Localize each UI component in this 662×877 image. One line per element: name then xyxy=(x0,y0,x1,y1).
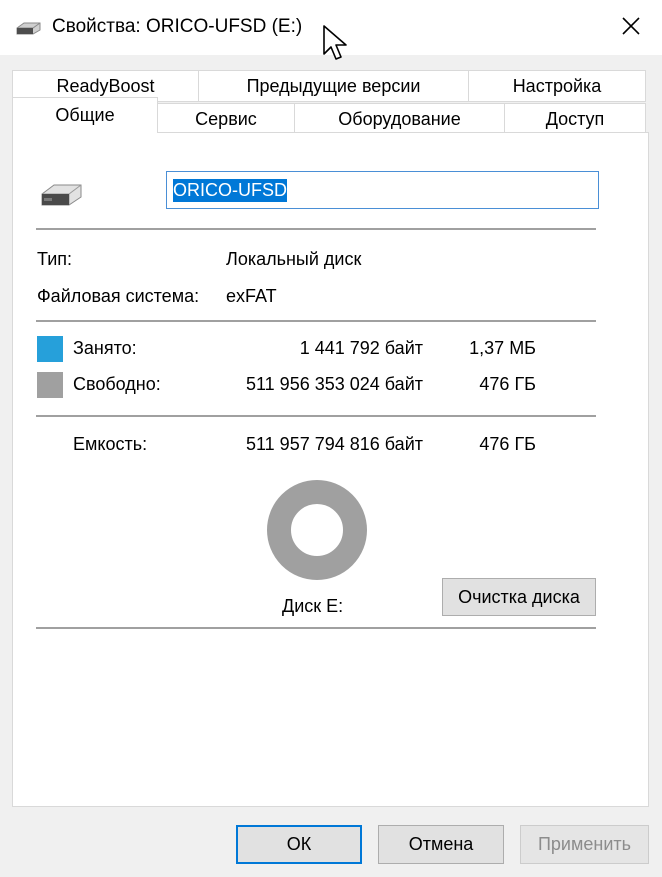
used-space-swatch xyxy=(37,336,63,362)
capacity-bytes: 511 957 794 816 байт xyxy=(245,434,423,454)
type-value: Локальный диск xyxy=(226,249,362,269)
separator xyxy=(36,415,596,417)
capacity-label: Емкость: xyxy=(73,434,148,454)
filesystem-value: exFAT xyxy=(226,286,277,306)
tab-customize[interactable]: Настройка xyxy=(468,70,646,102)
disk-usage-donut xyxy=(267,479,367,580)
used-bytes: 1 441 792 байт xyxy=(299,338,423,358)
separator xyxy=(36,320,596,322)
free-bytes: 511 956 353 024 байт xyxy=(245,374,423,394)
tab-tools[interactable]: Сервис xyxy=(157,103,295,135)
filesystem-label: Файловая система: xyxy=(37,286,200,306)
tab-general[interactable]: Общие xyxy=(12,97,158,133)
close-icon xyxy=(622,17,640,35)
separator xyxy=(36,228,596,230)
general-panel: ORICO-UFSD Тип: Локальный диск Файловая … xyxy=(12,132,649,807)
usb-drive-icon xyxy=(41,184,82,206)
used-label: Занято: xyxy=(73,338,137,358)
usb-drive-icon xyxy=(16,22,41,35)
free-space-swatch xyxy=(37,372,63,398)
used-short: 1,37 МБ xyxy=(469,338,536,358)
free-short: 476 ГБ xyxy=(479,374,536,394)
tab-sharing[interactable]: Доступ xyxy=(504,103,646,135)
type-label: Тип: xyxy=(37,249,73,269)
tab-hardware[interactable]: Оборудование xyxy=(294,103,505,135)
cancel-button[interactable]: Отмена xyxy=(378,825,504,864)
free-label: Свободно: xyxy=(73,374,161,394)
disk-cleanup-button[interactable]: Очистка диска xyxy=(442,578,596,616)
window-title: Свойства: ORICO-UFSD (E:) xyxy=(52,16,303,37)
ok-button[interactable]: ОК xyxy=(236,825,362,864)
tab-previous-versions[interactable]: Предыдущие версии xyxy=(198,70,469,102)
disk-label: Диск E: xyxy=(282,596,344,616)
close-button[interactable] xyxy=(600,0,662,52)
apply-button[interactable]: Применить xyxy=(520,825,649,864)
mouse-cursor-icon xyxy=(323,25,347,60)
drive-name-input[interactable]: ORICO-UFSD xyxy=(166,171,599,209)
properties-window: Свойства: ORICO-UFSD (E:) ReadyBoost Пре… xyxy=(0,0,662,877)
title-bar: Свойства: ORICO-UFSD (E:) xyxy=(0,0,662,60)
capacity-short: 476 ГБ xyxy=(479,434,536,454)
separator xyxy=(36,627,596,629)
drive-name-selected-text: ORICO-UFSD xyxy=(173,178,287,202)
